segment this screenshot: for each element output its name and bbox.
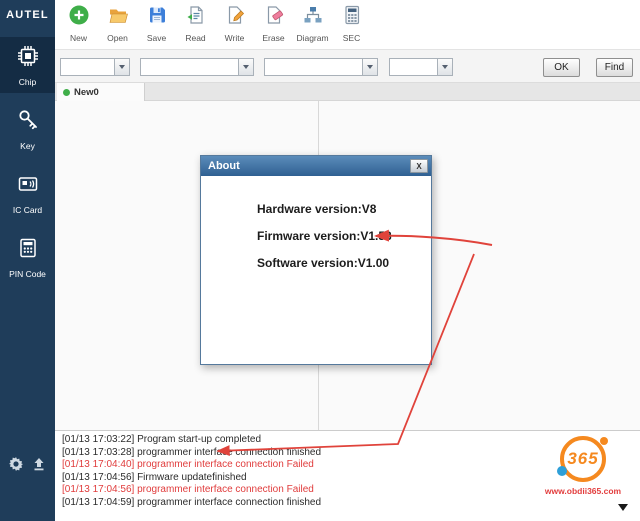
about-dialog: About X Hardware version:V8 Firmware ver… xyxy=(200,155,432,365)
tool-label: Erase xyxy=(262,33,285,43)
key-icon xyxy=(15,107,41,138)
dialog-titlebar[interactable]: About X xyxy=(201,156,431,176)
chevron-down-icon[interactable] xyxy=(362,59,377,75)
find-button[interactable]: Find xyxy=(596,58,633,77)
tool-label: Read xyxy=(185,33,206,43)
workspace: About X Hardware version:V8 Firmware ver… xyxy=(55,101,640,430)
sidebar-item-label: PIN Code xyxy=(9,269,46,279)
sec-button[interactable]: SEC xyxy=(332,4,371,50)
sidebar-item-pin-code[interactable]: PIN Code xyxy=(0,229,55,285)
sidebar-item-chip[interactable]: Chip xyxy=(0,37,55,93)
firmware-version-text: Firmware version:V1.53 xyxy=(257,229,392,243)
dialog-title: About xyxy=(208,160,240,172)
sidebar-bottom-tools xyxy=(9,457,46,471)
chevron-down-icon[interactable] xyxy=(437,59,452,75)
erase-button[interactable]: Erase xyxy=(254,4,293,50)
sidebar-item-key[interactable]: Key xyxy=(0,101,55,157)
ic-card-icon xyxy=(15,171,41,202)
tool-label: Save xyxy=(146,33,167,43)
sidebar-item-label: IC Card xyxy=(12,205,43,215)
tool-label: Open xyxy=(107,33,128,43)
close-button[interactable]: X xyxy=(410,159,428,173)
ok-button[interactable]: OK xyxy=(543,58,580,77)
logo-circle: 365 xyxy=(557,436,608,482)
toolbar: New Open Save Read Write Erase Diagram S… xyxy=(55,0,640,50)
obdii365-logo: 365 www.obdii365.com xyxy=(534,436,632,496)
filter-dropdown-3[interactable] xyxy=(264,58,378,76)
tool-label: Write xyxy=(224,33,245,43)
tool-label: New xyxy=(69,33,87,43)
write-icon xyxy=(224,4,246,31)
new-button[interactable]: New xyxy=(59,4,98,50)
sidebar-nav: Chip Key IC Card PIN Code xyxy=(0,37,55,293)
sidebar: AUTEL Chip Key IC Card PIN Code xyxy=(0,0,55,521)
tab-status-dot xyxy=(63,88,70,96)
upload-arrow-icon[interactable] xyxy=(32,457,46,471)
sidebar-item-label: Chip xyxy=(18,77,37,87)
write-button[interactable]: Write xyxy=(215,4,254,50)
save-icon xyxy=(146,4,168,31)
chevron-down-icon[interactable] xyxy=(114,59,129,75)
save-button[interactable]: Save xyxy=(137,4,176,50)
open-button[interactable]: Open xyxy=(98,4,137,50)
tool-label: SEC xyxy=(342,33,361,43)
app-window: AUTEL Chip Key IC Card PIN Code New Open… xyxy=(0,0,640,521)
tab-new0[interactable]: New0 xyxy=(57,83,145,101)
open-folder-icon xyxy=(107,4,129,31)
chip-icon xyxy=(15,43,41,74)
dropdown-value xyxy=(390,59,437,75)
diagram-icon xyxy=(302,4,324,31)
tab-label: New0 xyxy=(74,86,99,98)
website-url: www.obdii365.com xyxy=(544,486,622,496)
gear-icon[interactable] xyxy=(9,457,23,471)
brand-logo: AUTEL xyxy=(6,9,49,21)
log-entry: [01/13 17:04:59] programmer interface co… xyxy=(62,496,322,508)
filter-dropdown-4[interactable] xyxy=(389,58,453,76)
tool-label: Diagram xyxy=(296,33,329,43)
software-version-text: Software version:V1.00 xyxy=(257,256,390,270)
sidebar-item-ic-card[interactable]: IC Card xyxy=(0,165,55,221)
diagram-button[interactable]: Diagram xyxy=(293,4,332,50)
logo-text: 365 xyxy=(567,449,599,468)
sec-icon xyxy=(341,4,363,31)
options-bar: OK Find xyxy=(55,50,640,83)
read-icon xyxy=(185,4,207,31)
filter-dropdown-1[interactable] xyxy=(60,58,130,76)
sidebar-item-label: Key xyxy=(20,141,35,151)
dialog-body: Hardware version:V8 Firmware version:V1.… xyxy=(201,176,431,270)
pin-code-icon xyxy=(15,235,41,266)
new-icon xyxy=(68,4,90,31)
dropdown-value xyxy=(265,59,362,75)
filter-dropdown-2[interactable] xyxy=(140,58,254,76)
expand-down-icon[interactable] xyxy=(618,504,628,511)
dropdown-value xyxy=(61,59,114,75)
tab-bar: New0 xyxy=(55,83,640,101)
dropdown-value xyxy=(141,59,238,75)
chevron-down-icon[interactable] xyxy=(238,59,253,75)
read-button[interactable]: Read xyxy=(176,4,215,50)
erase-icon xyxy=(263,4,285,31)
hardware-version-text: Hardware version:V8 xyxy=(257,202,377,216)
